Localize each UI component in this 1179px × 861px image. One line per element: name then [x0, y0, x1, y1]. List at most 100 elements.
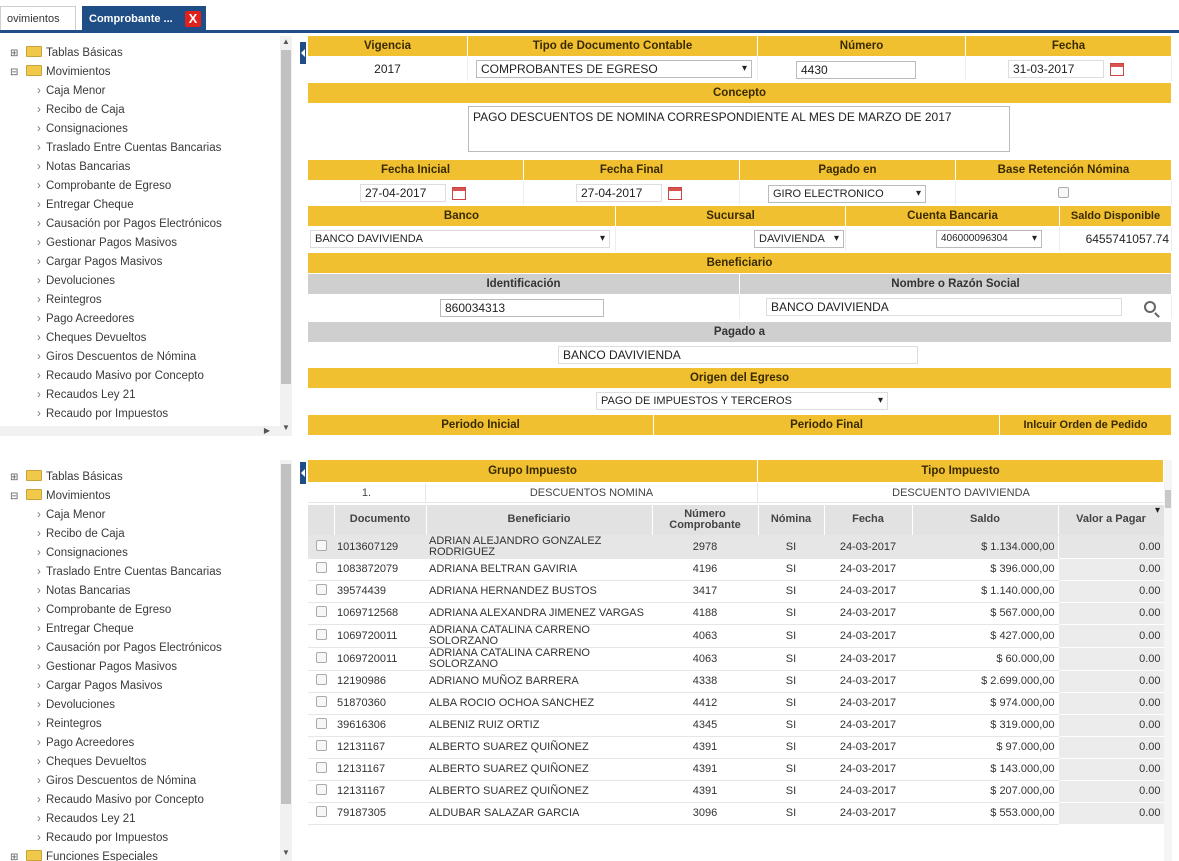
sucursal-select[interactable]: DAVIVIENDA	[754, 230, 844, 248]
table-row[interactable]: 1069712568 ADRIANA ALEXANDRA JIMENEZ VARG…	[308, 601, 1165, 625]
table-vertical-scrollbar[interactable]	[1164, 460, 1172, 861]
column-header[interactable]: Nómina	[758, 505, 825, 536]
row-checkbox[interactable]	[315, 806, 327, 817]
column-header[interactable]: Documento	[334, 505, 427, 536]
column-header[interactable]: Número Comprobante	[652, 505, 759, 536]
tree-item[interactable]: Caja Menor	[0, 82, 284, 101]
tree-vertical-scrollbar[interactable]: ▲ ▼	[280, 36, 292, 436]
valor-a-pagar-input[interactable]: 0.00	[1057, 669, 1165, 693]
column-header[interactable]: Valor a Pagar	[1058, 505, 1165, 536]
nombre-razon-social-input[interactable]: BANCO DAVIVIENDA	[766, 298, 1122, 316]
column-header[interactable]: Saldo	[912, 505, 1059, 536]
row-checkbox[interactable]	[315, 740, 327, 751]
fecha-final-input[interactable]: 27-04-2017	[576, 184, 662, 202]
tree-item[interactable]: Consignaciones	[0, 120, 284, 139]
concepto-textarea[interactable]: PAGO DESCUENTOS DE NOMINA CORRESPONDIENT…	[468, 106, 1010, 152]
tree-item[interactable]: Pago Acreedores	[0, 734, 284, 753]
tree-item[interactable]: Devoluciones	[0, 272, 284, 291]
tipo-documento-select[interactable]: COMPROBANTES DE EGRESO	[476, 60, 752, 78]
tree-item[interactable]: Devoluciones	[0, 696, 284, 715]
tree-item[interactable]: Causación por Pagos Electrónicos	[0, 215, 284, 234]
tree-item[interactable]: Recibo de Caja	[0, 525, 284, 544]
row-checkbox[interactable]	[315, 674, 327, 685]
tree-item[interactable]: Traslado Entre Cuentas Bancarias	[0, 563, 284, 582]
scroll-thumb[interactable]	[1165, 490, 1171, 508]
scroll-down-icon[interactable]: ▼	[280, 847, 292, 859]
row-checkbox[interactable]	[315, 606, 327, 617]
tree-horizontal-scrollbar[interactable]: ▶	[0, 426, 284, 436]
table-row[interactable]: 39616306 ALBENIZ RUIZ ORTIZ 4345 SI 24-03-20…	[308, 713, 1165, 737]
tree-item[interactable]: Recaudo por Impuestos	[0, 405, 284, 424]
table-row[interactable]: 12131167 ALBERTO SUAREZ QUIÑONEZ 4391 SI 24-…	[308, 779, 1165, 803]
tree-item[interactable]: Entregar Cheque	[0, 620, 284, 639]
column-header[interactable]: Fecha	[824, 505, 913, 536]
valor-a-pagar-input[interactable]: 0.00	[1057, 579, 1165, 603]
tree-item[interactable]: Pago Acreedores	[0, 310, 284, 329]
table-row[interactable]: 12131167 ALBERTO SUAREZ QUIÑONEZ 4391 SI 24-…	[308, 757, 1165, 781]
tree-node-funciones-especiales[interactable]: ⊞ Funciones Especiales	[0, 848, 284, 861]
tree-item[interactable]: Recaudos Ley 21	[0, 386, 284, 405]
tree-item[interactable]: Consignaciones	[0, 544, 284, 563]
tree-item[interactable]: Reintegros	[0, 291, 284, 310]
row-checkbox[interactable]	[315, 762, 327, 773]
tree-item[interactable]: Cargar Pagos Masivos	[0, 253, 284, 272]
tree-item[interactable]: Recaudo Masivo por Concepto	[0, 791, 284, 810]
tree-item[interactable]: Giros Descuentos de Nómina	[0, 348, 284, 367]
valor-a-pagar-input[interactable]: 0.00	[1057, 623, 1165, 648]
row-checkbox[interactable]	[315, 651, 327, 663]
column-header[interactable]: Beneficiario	[426, 505, 653, 536]
tree-item[interactable]: Cheques Devueltos	[0, 753, 284, 772]
table-row[interactable]: 12131167 ALBERTO SUAREZ QUIÑONEZ 4391 SI 24-…	[308, 735, 1165, 759]
tree-vertical-scrollbar[interactable]: ▼	[280, 460, 292, 861]
valor-a-pagar-input[interactable]: 0.00	[1057, 601, 1165, 625]
tree-item[interactable]: Causación por Pagos Electrónicos	[0, 639, 284, 658]
tree-item[interactable]: Comprobante de Egreso	[0, 601, 284, 620]
tree-item[interactable]: Gestionar Pagos Masivos	[0, 658, 284, 677]
tree-item[interactable]: Gestionar Pagos Masivos	[0, 234, 284, 253]
tree-node-movimientos[interactable]: ⊟ Movimientos	[0, 487, 284, 506]
tab-comprobante[interactable]: Comprobante ... X	[82, 6, 206, 30]
valor-a-pagar-input[interactable]: 0.00	[1057, 757, 1165, 781]
tab-movimientos[interactable]: ovimientos	[0, 6, 76, 30]
table-row[interactable]: 51870360 ALBA ROCIO OCHOA SANCHEZ 4412 SI 24…	[308, 691, 1165, 715]
banco-select[interactable]: BANCO DAVIVIENDA	[310, 230, 610, 248]
scroll-thumb[interactable]	[281, 50, 291, 384]
table-row[interactable]: 1069720011 ADRIANA CATALINA CARREÑO SOLOR…	[308, 623, 1165, 648]
collapse-panel-icon[interactable]	[300, 462, 306, 484]
tree-item[interactable]: Giros Descuentos de Nómina	[0, 772, 284, 791]
search-icon[interactable]	[1144, 301, 1156, 313]
valor-a-pagar-input[interactable]: 0.00	[1057, 691, 1165, 715]
cuenta-bancaria-select[interactable]: 406000096304	[936, 230, 1042, 248]
tree-item[interactable]: Traslado Entre Cuentas Bancarias	[0, 139, 284, 158]
table-row[interactable]: 39574439 ADRIANA HERNANDEZ BUSTOS 3417 SI 24…	[308, 579, 1165, 603]
tree-item[interactable]: Recaudo Masivo por Concepto	[0, 367, 284, 386]
table-row[interactable]: 1083872079 ADRIANA BELTRAN GAVIRIA 4196 SI 2…	[308, 557, 1165, 581]
fecha-input[interactable]: 31-03-2017	[1008, 60, 1104, 78]
expand-icon[interactable]: ⊞	[10, 848, 20, 861]
row-checkbox[interactable]	[315, 628, 327, 640]
expand-icon[interactable]: ⊟	[10, 63, 20, 82]
row-checkbox[interactable]	[315, 562, 327, 573]
row-checkbox[interactable]	[315, 784, 327, 795]
tree-item[interactable]: Notas Bancarias	[0, 158, 284, 177]
expand-icon[interactable]: ⊞	[10, 44, 20, 63]
tree-item[interactable]: Reintegros	[0, 715, 284, 734]
tree-item[interactable]: Recaudo por Impuestos	[0, 829, 284, 848]
tree-item[interactable]: Recibo de Caja	[0, 101, 284, 120]
tree-item[interactable]: Caja Menor	[0, 506, 284, 525]
valor-a-pagar-input[interactable]: 0.00	[1057, 557, 1165, 581]
tree-item[interactable]: Recaudos Ley 21	[0, 810, 284, 829]
valor-a-pagar-input[interactable]: 0.00	[1057, 735, 1165, 759]
scroll-up-icon[interactable]: ▲	[280, 36, 292, 48]
row-checkbox[interactable]	[315, 584, 327, 595]
table-row[interactable]: 1069720011 ADRIANA CATALINA CARREÑO SOLOR…	[308, 646, 1165, 671]
table-row[interactable]: 79187305 ALDUBAR SALAZAR GARCIA 3096 SI 24-0…	[308, 801, 1165, 825]
table-row[interactable]: 1013607129 ADRIAN ALEJANDRO GONZALEZ RODR…	[308, 534, 1165, 559]
scroll-right-icon[interactable]: ▶	[264, 426, 270, 436]
row-checkbox[interactable]	[315, 696, 327, 707]
tree-item[interactable]: Notas Bancarias	[0, 582, 284, 601]
calendar-icon[interactable]	[668, 187, 682, 200]
valor-a-pagar-input[interactable]: 0.00	[1057, 534, 1165, 559]
tree-item[interactable]: Cargar Pagos Masivos	[0, 677, 284, 696]
fecha-inicial-input[interactable]: 27-04-2017	[360, 184, 446, 202]
